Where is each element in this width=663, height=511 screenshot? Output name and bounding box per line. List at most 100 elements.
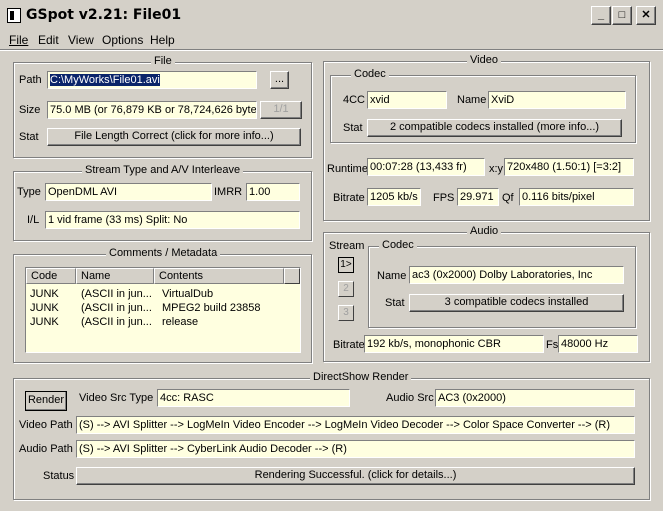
stream-3-button[interactable]: 3 bbox=[338, 305, 354, 321]
comments-list[interactable]: Code Name Contents JUNK (ASCII in jun...… bbox=[25, 267, 301, 353]
audio-bitrate-label: Bitrate bbox=[333, 339, 365, 351]
file-group-legend: File bbox=[151, 55, 175, 67]
row-name: (ASCII in jun... bbox=[81, 302, 152, 314]
video-path-field[interactable]: (S) --> AVI Splitter --> LogMeIn Video E… bbox=[76, 416, 635, 434]
status-text: Rendering Successful. (click for details… bbox=[254, 469, 457, 481]
part-button[interactable]: 1/1 bbox=[260, 101, 302, 119]
row-contents: VirtualDub bbox=[162, 288, 214, 300]
minimize-button[interactable]: _ bbox=[591, 6, 611, 25]
type-field[interactable]: OpenDML AVI bbox=[45, 183, 212, 201]
size-value: 75.0 MB (or 76,879 KB or 78,724,626 byte… bbox=[50, 104, 257, 116]
video-path-value: (S) --> AVI Splitter --> LogMeIn Video E… bbox=[79, 419, 610, 431]
stream-1-button[interactable]: 1> bbox=[338, 257, 354, 273]
status-button[interactable]: Rendering Successful. (click for details… bbox=[76, 467, 635, 485]
part-label: 1/1 bbox=[273, 103, 289, 115]
video-name-label: Name bbox=[457, 94, 487, 106]
menu-view[interactable]: View bbox=[68, 33, 94, 47]
xy-label: x:y bbox=[489, 163, 504, 175]
size-field[interactable]: 75.0 MB (or 76,879 KB or 78,724,626 byte… bbox=[47, 101, 257, 119]
imrr-label: IMRR bbox=[214, 186, 243, 198]
runtime-value: 00:07:28 (13,433 fr) bbox=[370, 161, 467, 173]
column-header-name[interactable]: Name bbox=[76, 268, 154, 284]
path-field[interactable]: C:\MyWorks\File01.avi bbox=[47, 71, 257, 89]
video-stat-label: Stat bbox=[343, 122, 363, 134]
audio-path-value: (S) --> AVI Splitter --> CyberLink Audio… bbox=[79, 443, 347, 455]
fs-value: 48000 Hz bbox=[561, 338, 609, 350]
video-name-field[interactable]: XviD bbox=[488, 91, 626, 109]
qf-label: Qf bbox=[502, 192, 514, 204]
fourcc-field[interactable]: xvid bbox=[367, 91, 447, 109]
runtime-label: Runtime bbox=[327, 163, 368, 175]
menu-edit-label: Edit bbox=[38, 33, 59, 47]
column-name-label: Name bbox=[81, 270, 111, 282]
fs-field[interactable]: 48000 Hz bbox=[558, 335, 638, 353]
audio-name-field[interactable]: ac3 (0x2000) Dolby Laboratories, Inc bbox=[409, 266, 624, 284]
row-contents: release bbox=[162, 316, 199, 328]
stream-3-label: 3 bbox=[343, 307, 349, 318]
comments-group: Comments / Metadata Code Name Contents J… bbox=[13, 247, 312, 363]
video-src-field[interactable]: 4cc: RASC bbox=[157, 389, 350, 407]
window-title: GSpot v2.21: File01 bbox=[26, 7, 182, 23]
audio-path-field[interactable]: (S) --> AVI Splitter --> CyberLink Audio… bbox=[76, 440, 635, 458]
fps-field[interactable]: 29.971 bbox=[457, 188, 499, 206]
maximize-icon: □ bbox=[618, 9, 626, 21]
video-stat-text: 2 compatible codecs installed (more info… bbox=[389, 121, 600, 133]
audio-src-value: AC3 (0x2000) bbox=[438, 392, 506, 404]
video-group: Video Codec 4CC xvid Name XviD Stat 2 co… bbox=[323, 54, 650, 221]
video-bitrate-field[interactable]: 1205 kb/s bbox=[367, 188, 421, 206]
runtime-field[interactable]: 00:07:28 (13,433 fr) bbox=[367, 158, 485, 176]
stream-2-button[interactable]: 2 bbox=[338, 281, 354, 297]
stream-1-label: 1> bbox=[340, 259, 352, 270]
audio-group: Audio Stream 1> 2 3 Codec Name ac3 (0x20… bbox=[323, 225, 650, 362]
qf-value: 0.116 bits/pixel bbox=[522, 191, 595, 203]
audio-stat-label: Stat bbox=[385, 297, 405, 309]
row-contents: MPEG2 build 23858 bbox=[162, 302, 261, 314]
menu-help[interactable]: Help bbox=[150, 33, 175, 47]
audio-path-label: Audio Path bbox=[19, 443, 73, 455]
path-label: Path bbox=[19, 74, 42, 86]
audio-stat-button[interactable]: 3 compatible codecs installed bbox=[409, 294, 624, 312]
gspot-window: GSpot v2.21: File01 _ □ ✕ File Edit View… bbox=[0, 0, 663, 511]
row-name: (ASCII in jun... bbox=[81, 288, 152, 300]
directshow-legend: DirectShow Render bbox=[310, 371, 412, 383]
column-header-contents[interactable]: Contents bbox=[154, 268, 284, 284]
browse-label: ... bbox=[274, 73, 285, 85]
maximize-button[interactable]: □ bbox=[612, 6, 632, 25]
audio-name-label: Name bbox=[377, 270, 407, 282]
title-bar[interactable]: GSpot v2.21: File01 _ □ ✕ bbox=[0, 0, 663, 31]
imrr-field[interactable]: 1.00 bbox=[246, 183, 300, 201]
render-button[interactable]: Render bbox=[25, 391, 67, 411]
close-button[interactable]: ✕ bbox=[636, 6, 656, 25]
column-header-code[interactable]: Code bbox=[26, 268, 76, 284]
comments-legend: Comments / Metadata bbox=[106, 247, 221, 259]
browse-button[interactable]: ... bbox=[270, 71, 289, 89]
scroll-up-button[interactable] bbox=[284, 268, 300, 284]
render-label: Render bbox=[27, 394, 65, 406]
row-code: JUNK bbox=[30, 316, 59, 328]
imrr-value: 1.00 bbox=[249, 186, 271, 198]
row-name: (ASCII in jun... bbox=[81, 316, 152, 328]
menu-edit[interactable]: Edit bbox=[38, 33, 59, 47]
menu-options-label: Options bbox=[102, 33, 144, 47]
minimize-icon: _ bbox=[597, 9, 605, 21]
stream-type-group: Stream Type and A/V Interleave Type Open… bbox=[13, 164, 312, 241]
fs-label: Fs bbox=[546, 339, 559, 351]
column-contents-label: Contents bbox=[159, 270, 204, 282]
qf-field[interactable]: 0.116 bits/pixel bbox=[519, 188, 634, 206]
il-field[interactable]: 1 vid frame (33 ms) Split: No bbox=[45, 211, 300, 229]
file-stat-button[interactable]: File Length Correct (click for more info… bbox=[47, 128, 301, 146]
menu-file[interactable]: File bbox=[9, 33, 28, 47]
file-stat-label: File Length Correct (click for more info… bbox=[74, 130, 274, 142]
audio-bitrate-field[interactable]: 192 kb/s, monophonic CBR bbox=[364, 335, 544, 353]
menu-bar: File Edit View Options Help bbox=[0, 31, 663, 49]
video-bitrate-label: Bitrate bbox=[333, 192, 365, 204]
video-bitrate-value: 1205 kb/s bbox=[370, 191, 418, 203]
video-src-value: 4cc: RASC bbox=[160, 392, 214, 404]
app-icon bbox=[7, 8, 21, 23]
audio-codec-legend: Codec bbox=[379, 239, 417, 251]
audio-src-field[interactable]: AC3 (0x2000) bbox=[435, 389, 635, 407]
menu-options[interactable]: Options bbox=[102, 33, 143, 47]
video-name-value: XviD bbox=[491, 94, 515, 106]
video-stat-button[interactable]: 2 compatible codecs installed (more info… bbox=[367, 119, 622, 137]
xy-field[interactable]: 720x480 (1.50:1) [=3:2] bbox=[504, 158, 634, 176]
